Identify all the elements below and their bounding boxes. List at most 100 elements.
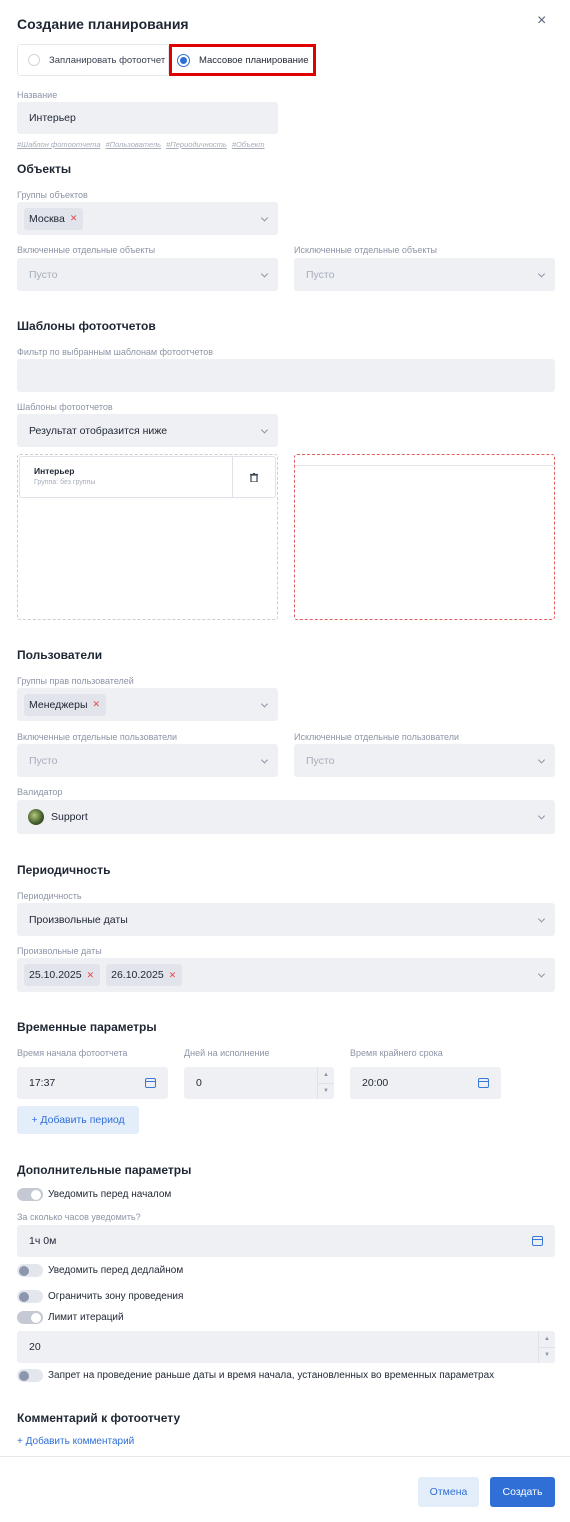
name-input-value: Интерьер <box>29 112 76 124</box>
included-users-select[interactable]: Пусто <box>17 744 278 777</box>
notify-start-row: Уведомить перед началом <box>17 1188 171 1201</box>
remove-chip-icon[interactable]: ✕ <box>169 970 177 981</box>
delete-template-button[interactable] <box>233 457 275 497</box>
templates-select-value: Результат отобразится ниже <box>29 424 168 437</box>
chevron-down-icon <box>260 699 269 708</box>
notify-deadline-label: Уведомить перед дедлайном <box>48 1265 184 1276</box>
start-time-input[interactable]: 17:37 <box>17 1067 168 1099</box>
iteration-limit-value: 20 <box>29 1341 41 1353</box>
name-hints: #Шаблон фотоотчета #Пользователь #Период… <box>17 140 270 149</box>
limit-zone-toggle[interactable] <box>17 1290 43 1303</box>
name-label: Название <box>17 90 58 100</box>
selected-templates-dropzone[interactable]: Интерьер Группа: без группы <box>17 454 278 620</box>
template-card-subtitle: Группа: без группы <box>34 479 96 486</box>
forbid-early-label: Запрет на проведение раньше даты и время… <box>48 1370 495 1381</box>
iteration-stepper[interactable]: ▲ ▼ <box>538 1331 555 1363</box>
hint-object[interactable]: #Объект <box>232 140 265 149</box>
notify-start-toggle[interactable] <box>17 1188 43 1201</box>
excluded-users-label: Исключенные отдельные пользователи <box>294 732 460 742</box>
included-users-value: Пусто <box>29 754 58 767</box>
radio-checked-icon <box>177 53 190 67</box>
excluded-users-value: Пусто <box>306 754 335 767</box>
hint-user[interactable]: #Пользователь <box>106 140 162 149</box>
cancel-button[interactable]: Отмена <box>418 1477 479 1507</box>
start-time-label: Время начала фотоотчета <box>17 1048 128 1058</box>
notify-deadline-toggle[interactable] <box>17 1264 43 1277</box>
included-objects-label: Включенные отдельные объекты <box>17 245 156 255</box>
stepper-up-icon: ▲ <box>318 1067 334 1084</box>
chevron-down-icon <box>260 425 269 434</box>
deadline-time-label: Время крайнего срока <box>350 1048 443 1058</box>
excluded-objects-select[interactable]: Пусто <box>294 258 555 291</box>
time-heading: Временные параметры <box>17 1020 157 1034</box>
included-objects-value: Пусто <box>29 268 58 281</box>
templates-heading: Шаблоны фотоотчетов <box>17 319 156 333</box>
templates-filter-label: Фильтр по выбранным шаблонам фотоотчетов <box>17 347 213 357</box>
chevron-down-icon <box>537 970 546 978</box>
validator-label: Валидатор <box>17 787 63 797</box>
notify-hours-input[interactable]: 1ч 0м <box>17 1225 555 1257</box>
notify-hours-label: За сколько часов уведомить? <box>17 1212 141 1222</box>
limit-zone-row: Ограничить зону проведения <box>17 1290 183 1303</box>
chevron-down-icon <box>537 812 546 820</box>
validator-select[interactable]: Support <box>17 800 555 834</box>
remove-chip-icon[interactable]: ✕ <box>93 699 101 710</box>
custom-dates-label: Произвольные даты <box>17 946 102 956</box>
limit-zone-label: Ограничить зону проведения <box>48 1291 184 1302</box>
remove-chip-icon[interactable]: ✕ <box>87 970 95 981</box>
iteration-limit-input[interactable]: 20 ▲ ▼ <box>17 1331 555 1363</box>
excluded-users-select[interactable]: Пусто <box>294 744 555 777</box>
days-input[interactable]: 0 ▲ ▼ <box>184 1067 334 1099</box>
object-groups-select[interactable]: Москва ✕ <box>17 202 278 235</box>
chevron-down-icon <box>537 269 546 278</box>
deadline-time-value: 20:00 <box>362 1077 389 1089</box>
excluded-templates-dropzone[interactable] <box>294 454 555 620</box>
user-groups-select[interactable]: Менеджеры ✕ <box>17 688 278 721</box>
days-stepper[interactable]: ▲ ▼ <box>317 1067 334 1099</box>
users-heading: Пользователи <box>17 648 103 662</box>
excluded-objects-label: Исключенные отдельные объекты <box>294 245 438 255</box>
templates-filter-input[interactable] <box>17 359 555 392</box>
object-groups-label: Группы объектов <box>17 190 88 200</box>
trash-icon <box>250 472 258 482</box>
calendar-icon[interactable] <box>532 1236 543 1246</box>
chevron-down-icon <box>260 755 269 764</box>
object-group-chip: Москва ✕ <box>24 207 84 230</box>
add-period-button[interactable]: + Добавить период <box>17 1106 139 1134</box>
templates-select-label: Шаблоны фотоотчетов <box>17 402 113 412</box>
included-users-label: Включенные отдельные пользователи <box>17 732 178 742</box>
template-card-title: Интерьер <box>34 466 75 476</box>
days-label: Дней на исполнение <box>184 1048 270 1058</box>
hint-template[interactable]: #Шаблон фотоотчета <box>17 140 101 149</box>
objects-heading: Объекты <box>17 162 72 176</box>
periodicity-select[interactable]: Произвольные даты <box>17 903 555 936</box>
hint-periodicity[interactable]: #Периодичность <box>166 140 227 149</box>
chevron-down-icon <box>260 269 269 278</box>
calendar-icon[interactable] <box>478 1078 489 1088</box>
start-time-value: 17:37 <box>29 1077 56 1089</box>
footer-divider <box>0 1456 570 1457</box>
included-objects-select[interactable]: Пусто <box>17 258 278 291</box>
iteration-limit-toggle[interactable] <box>17 1311 43 1324</box>
stepper-down-icon: ▼ <box>544 1352 550 1359</box>
extra-heading: Дополнительные параметры <box>17 1163 192 1177</box>
templates-select[interactable]: Результат отобразится ниже <box>17 414 278 447</box>
custom-dates-select[interactable]: 25.10.2025 ✕ 26.10.2025 ✕ <box>17 958 555 992</box>
calendar-icon[interactable] <box>145 1078 156 1088</box>
template-card[interactable]: Интерьер Группа: без группы <box>19 456 276 498</box>
name-input[interactable]: Интерьер <box>17 102 278 134</box>
forbid-early-toggle[interactable] <box>17 1369 43 1382</box>
comment-heading: Комментарий к фотоотчету <box>17 1411 181 1425</box>
remove-chip-icon[interactable]: ✕ <box>70 213 78 224</box>
mode-option-single[interactable]: Запланировать фотоотчет <box>17 44 169 76</box>
iteration-limit-row: Лимит итераций <box>17 1311 124 1324</box>
close-icon[interactable]: × <box>537 12 546 30</box>
validator-avatar <box>28 809 44 825</box>
add-comment-link[interactable]: + Добавить комментарий <box>17 1436 134 1447</box>
date-chip: 25.10.2025 ✕ <box>24 964 101 986</box>
deadline-time-input[interactable]: 20:00 <box>350 1067 501 1099</box>
chevron-down-icon <box>537 755 546 764</box>
create-button[interactable]: Создать <box>490 1477 555 1507</box>
chevron-down-icon <box>260 213 269 222</box>
mode-option-mass[interactable]: Массовое планирование <box>169 44 316 76</box>
